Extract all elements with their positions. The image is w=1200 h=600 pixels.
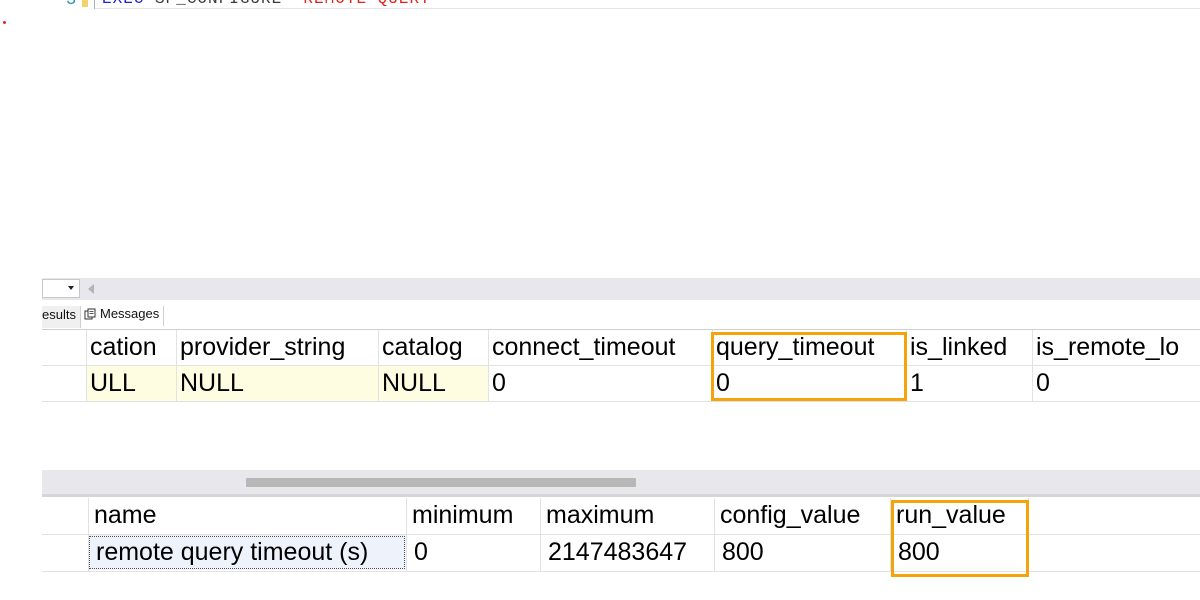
- grid1-cell-is-remote-login[interactable]: 0: [1032, 366, 1200, 401]
- grid2-col-divider: [406, 498, 407, 572]
- column-header-is-remote-login[interactable]: is_remote_lo: [1032, 330, 1200, 365]
- sql-keyword: EXEC: [102, 0, 144, 8]
- grid2-cell-minimum[interactable]: 0: [406, 535, 540, 570]
- grid2-col-divider: [890, 498, 891, 572]
- editor-divider: [95, 8, 1200, 9]
- column-header-cation[interactable]: cation: [86, 330, 176, 365]
- grid1-col-divider: [488, 330, 489, 402]
- scroll-left-icon[interactable]: [88, 284, 94, 294]
- code-line[interactable]: EXEC SP_CONFIGURE 'REMOTE QUERY': [102, 0, 441, 8]
- query-editor[interactable]: [0, 0, 1200, 270]
- change-marker: [82, 0, 88, 7]
- sql-procedure: SP_CONFIGURE: [144, 0, 292, 8]
- result-grid-1: cation provider_string catalog connect_t…: [42, 330, 1200, 402]
- sql-string: 'REMOTE QUERY': [293, 0, 441, 8]
- grid1-cell-connect-timeout[interactable]: 0: [488, 366, 712, 401]
- grid2-cell-maximum[interactable]: 2147483647: [540, 535, 714, 570]
- grid1-cell-query-timeout[interactable]: 0: [712, 366, 906, 401]
- grid1-bottom-border: [42, 401, 1200, 402]
- messages-icon: [84, 308, 96, 320]
- grid2-bottom-border: [42, 571, 1200, 572]
- dropdown-arrow-icon[interactable]: [68, 286, 74, 290]
- breakpoint-dot: [3, 21, 6, 24]
- column-header-catalog[interactable]: catalog: [378, 330, 488, 365]
- zoom-dropdown[interactable]: [42, 279, 80, 298]
- grid2-col-divider: [1028, 498, 1029, 572]
- line-number: 3: [66, 0, 77, 10]
- results-tab-bar: [42, 303, 1200, 330]
- tab-messages[interactable]: Messages: [84, 306, 165, 326]
- grid1-col-divider: [1032, 330, 1033, 402]
- column-header-name[interactable]: name: [88, 498, 406, 533]
- column-header-maximum[interactable]: maximum: [540, 498, 714, 533]
- grid2-cell-run-value[interactable]: 800: [890, 535, 1028, 570]
- column-header-minimum[interactable]: minimum: [406, 498, 540, 533]
- result-grid-2: name minimum maximum config_value run_va…: [42, 498, 1200, 572]
- column-header-config-value[interactable]: config_value: [714, 498, 890, 533]
- grid1-col-divider: [86, 330, 87, 402]
- grid2-row-divider: [42, 534, 1200, 535]
- grid1-cell-location[interactable]: ULL: [86, 366, 176, 401]
- grid2-cell-config-value[interactable]: 800: [714, 535, 890, 570]
- grid1-col-divider: [906, 330, 907, 402]
- scrollbar-thumb[interactable]: [246, 478, 636, 487]
- grid2-cell-name[interactable]: remote query timeout (s): [88, 535, 406, 570]
- grid1-row-divider: [42, 365, 1200, 366]
- grid2-col-divider: [540, 498, 541, 572]
- grid2-col-divider: [714, 498, 715, 572]
- tab-results[interactable]: esults: [42, 306, 81, 328]
- grid1-col-divider: [378, 330, 379, 402]
- column-header-connect-timeout[interactable]: connect_timeout: [488, 330, 712, 365]
- grid1-cell-provider-string[interactable]: NULL: [176, 366, 378, 401]
- grid1-col-divider: [712, 330, 713, 402]
- tab-messages-label: Messages: [100, 306, 160, 321]
- grid-splitter[interactable]: [42, 494, 1200, 497]
- column-header-provider-string[interactable]: provider_string: [176, 330, 378, 365]
- column-header-query-timeout[interactable]: query_timeout: [712, 330, 906, 365]
- grid1-cell-is-linked[interactable]: 1: [906, 366, 1032, 401]
- grid1-col-divider: [176, 330, 177, 402]
- column-header-run-value[interactable]: run_value: [890, 498, 1028, 533]
- results-toolbar: [42, 278, 1200, 300]
- grid1-cell-catalog[interactable]: NULL: [378, 366, 488, 401]
- grid2-col-divider: [88, 498, 89, 572]
- column-header-is-linked[interactable]: is_linked: [906, 330, 1032, 365]
